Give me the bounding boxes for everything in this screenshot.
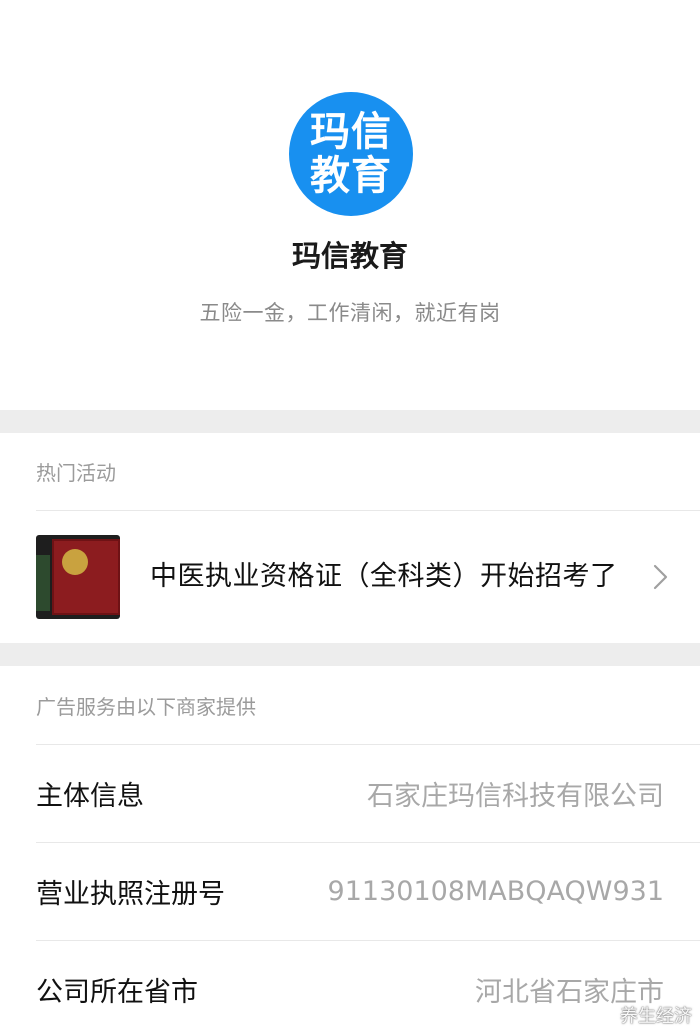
avatar-text-line2: 教育 — [310, 153, 392, 199]
account-slogan: 五险一金，工作清闲，就近有岗 — [199, 301, 501, 325]
account-name: 玛信教育 — [291, 239, 408, 273]
avatar-text-line1: 玛信 — [310, 109, 392, 155]
profile-header: 玛信 教育 玛信教育 五险一金，工作清闲，就近有岗 — [0, 0, 700, 410]
info-row-license: 营业执照注册号 91130108MABQAQW931 — [36, 842, 700, 940]
section-title: 热门活动 — [36, 433, 700, 511]
chevron-right-icon — [653, 564, 668, 590]
activity-item[interactable]: 中医执业资格证（全科类）开始招考了 — [36, 511, 700, 643]
section-title: 广告服务由以下商家提供 — [36, 694, 256, 719]
hot-activities-section: 热门活动 中医执业资格证（全科类）开始招考了 — [0, 433, 700, 643]
info-label: 营业执照注册号 — [36, 879, 225, 910]
section-divider — [0, 643, 700, 666]
certificate-thumbnail — [36, 535, 120, 619]
emblem-icon — [62, 549, 88, 575]
watermark: 养生经济 — [594, 1002, 692, 1028]
info-row-entity: 主体信息 石家庄玛信科技有限公司 — [36, 744, 700, 842]
advertiser-info-section: 广告服务由以下商家提供 主体信息 石家庄玛信科技有限公司 营业执照注册号 911… — [0, 666, 700, 1032]
avatar[interactable]: 玛信 教育 — [289, 92, 413, 216]
info-label: 公司所在省市 — [36, 977, 198, 1008]
info-value: 91130108MABQAQW931 — [327, 876, 664, 907]
section-divider — [0, 410, 700, 433]
activity-title: 中医执业资格证（全科类）开始招考了 — [150, 561, 618, 592]
watermark-text: 养生经济 — [620, 1006, 692, 1027]
weibo-icon — [594, 1008, 614, 1024]
info-value: 石家庄玛信科技有限公司 — [367, 781, 664, 812]
info-label: 主体信息 — [36, 781, 144, 812]
